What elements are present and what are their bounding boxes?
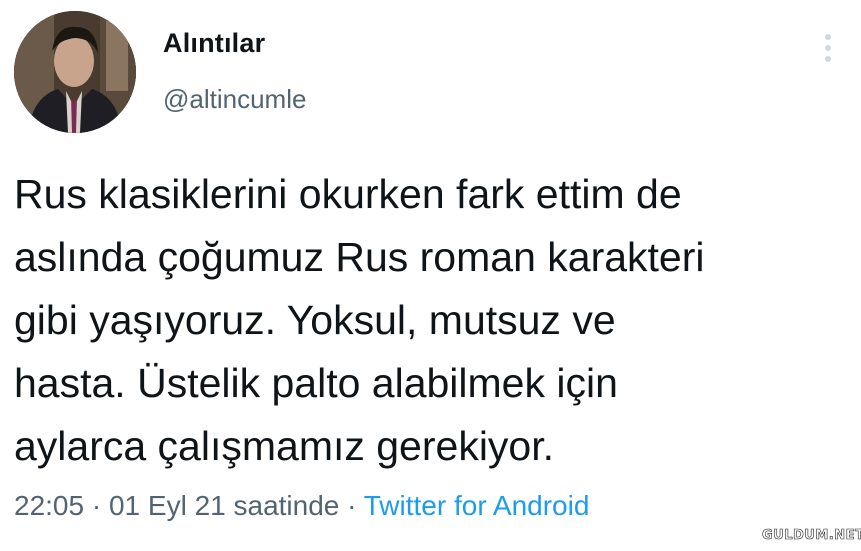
- vertical-ellipsis-icon[interactable]: [814, 30, 842, 66]
- tweet-date[interactable]: 01 Eyl 21 saatinde: [109, 490, 339, 521]
- avatar-photo: [14, 11, 136, 133]
- tweet-metadata: 22:05 · 01 Eyl 21 saatinde · Twitter for…: [14, 490, 589, 522]
- tweet-text-line: Rus klasiklerini okurken fark ettim de: [14, 171, 682, 217]
- meta-separator: ·: [347, 490, 357, 521]
- user-handle[interactable]: @altincumle: [163, 84, 306, 115]
- tweet-time[interactable]: 22:05: [14, 490, 84, 521]
- tweet-source-link[interactable]: Twitter for Android: [364, 490, 590, 521]
- site-watermark: GULDUM.NET: [762, 528, 861, 544]
- tweet-text-line: gibi yaşıyoruz. Yoksul, mutsuz ve: [14, 297, 616, 343]
- tweet-text-line: aslında çoğumuz Rus roman karakteri: [14, 234, 705, 280]
- meta-separator: ·: [91, 490, 102, 521]
- display-name[interactable]: Alıntılar: [163, 28, 265, 59]
- tweet-text-line: hasta. Üstelik palto alabilmek için: [14, 360, 618, 406]
- avatar[interactable]: [14, 11, 136, 133]
- tweet-text: Rus klasiklerini okurken fark ettim de a…: [14, 163, 854, 478]
- tweet-text-line: aylarca çalışmamız gerekiyor.: [14, 423, 555, 469]
